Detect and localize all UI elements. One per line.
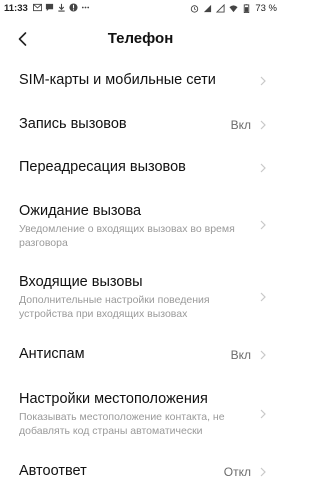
list-item-incoming-calls[interactable]: Входящие вызовы Дополнительные настройки… (0, 266, 281, 328)
list-item-auto-answer[interactable]: Автоответ Откл (0, 452, 281, 496)
chevron-right-icon (260, 467, 266, 477)
signal-icon (204, 4, 212, 13)
notification-icons (33, 3, 90, 12)
item-title: Ожидание вызова (19, 203, 142, 219)
alert-icon (69, 3, 78, 12)
battery-icon (244, 4, 250, 13)
list-item-sim-cards[interactable]: SIM-карты и мобильные сети (0, 60, 281, 104)
page-title: Телефон (107, 30, 174, 47)
item-subtitle: Дополнительные настройки поведения устро… (19, 294, 210, 320)
chevron-right-icon (260, 350, 266, 360)
list-item-antispam[interactable]: Антиспам Вкл (0, 334, 281, 378)
chevron-right-icon (260, 76, 266, 86)
item-title: SIM-карты и мобильные сети (19, 72, 216, 88)
list-item-call-forwarding[interactable]: Переадресация вызовов (0, 148, 281, 192)
chevron-right-icon (260, 163, 266, 173)
wifi-icon (229, 5, 238, 13)
dots-icon (81, 6, 90, 9)
chevron-right-icon (260, 292, 266, 302)
list-item-call-waiting[interactable]: Ожидание вызова Уведомление о входящих в… (0, 195, 281, 257)
item-title: Входящие вызовы (19, 274, 143, 290)
item-value: Вкл (230, 118, 251, 132)
item-subtitle: Уведомление о входящих вызовах во время … (19, 223, 235, 249)
chevron-right-icon (260, 120, 266, 130)
item-title: Антиспам (19, 346, 85, 362)
list-item-location-settings[interactable]: Настройки местоположения Показывать мест… (0, 383, 281, 445)
battery-percent: 73 % (255, 3, 277, 14)
item-value: Откл (223, 465, 251, 479)
alarm-icon (191, 5, 199, 13)
item-title: Настройки местоположения (19, 391, 208, 407)
status-bar: 11:33 73 % (0, 0, 281, 18)
item-value: Вкл (230, 348, 251, 362)
status-time: 11:33 (4, 3, 28, 14)
chevron-right-icon (260, 220, 266, 230)
download-icon (58, 3, 65, 12)
status-right: 73 % (190, 3, 277, 14)
header: Телефон (0, 22, 281, 56)
chat-icon (45, 3, 54, 12)
item-title: Автоответ (19, 463, 87, 479)
chevron-right-icon (260, 409, 266, 419)
item-subtitle: Показывать местоположение контакта, не д… (19, 411, 225, 437)
list-item-call-recording[interactable]: Запись вызовов Вкл (0, 104, 281, 148)
signal-2-icon (216, 4, 225, 13)
mail-icon (33, 3, 42, 12)
item-title: Переадресация вызовов (19, 159, 186, 175)
item-title: Запись вызовов (19, 116, 127, 132)
